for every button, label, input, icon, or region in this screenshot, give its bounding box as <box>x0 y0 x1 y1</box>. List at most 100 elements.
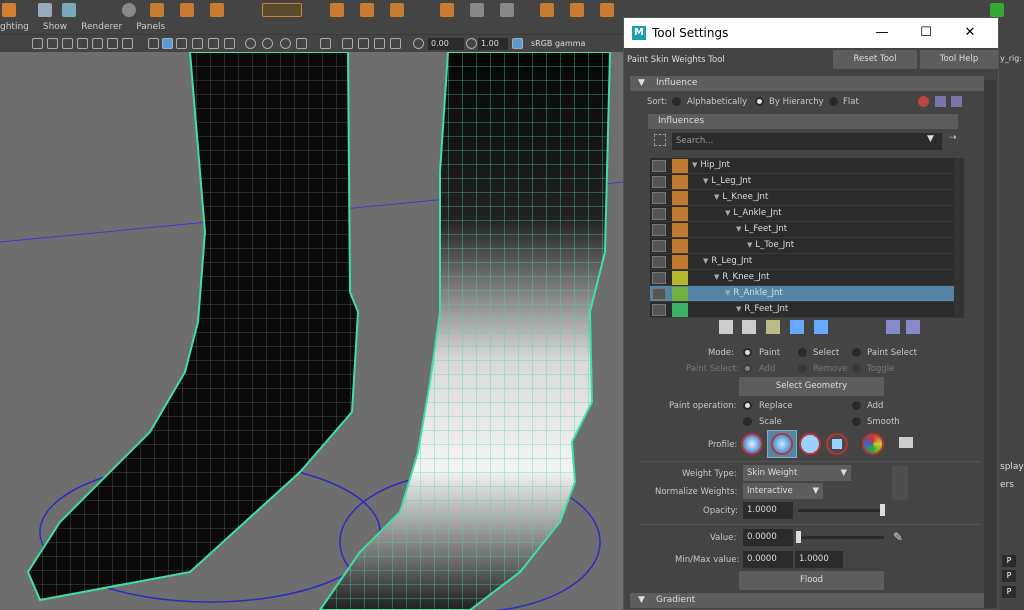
expand-all-icon[interactable] <box>886 320 900 334</box>
opacity-slider-track[interactable] <box>798 509 884 512</box>
expand-arrow-icon[interactable]: ▼ <box>703 257 708 265</box>
lock-icon[interactable] <box>652 192 666 204</box>
p-button[interactable]: P <box>1002 555 1016 567</box>
lock-icon[interactable] <box>652 176 666 188</box>
search-dropdown-icon[interactable]: ▼ <box>927 134 934 144</box>
tool-help-button[interactable]: Tool Help <box>920 50 998 69</box>
main-scrollbar[interactable] <box>984 80 996 608</box>
resolution-gate-icon[interactable] <box>62 38 73 49</box>
menu-renderer[interactable]: Renderer <box>81 20 122 34</box>
sort-alphabetically-radio[interactable] <box>672 97 681 106</box>
influence-color-swatch[interactable] <box>672 255 688 269</box>
influence-row[interactable]: ▼ R_Knee_Jnt <box>650 270 954 286</box>
lights-icon[interactable] <box>208 38 219 49</box>
tool-icon[interactable] <box>570 3 584 17</box>
influence-color-swatch[interactable] <box>672 175 688 189</box>
hold-weights-icon[interactable] <box>766 320 780 334</box>
render-icon[interactable] <box>210 3 224 17</box>
lock-icon[interactable] <box>652 272 666 284</box>
image-brush-icon[interactable] <box>862 433 884 455</box>
folder-icon[interactable] <box>899 437 913 448</box>
reset-tool-button[interactable]: Reset Tool <box>833 50 917 69</box>
select-geometry-button[interactable]: Select Geometry <box>739 377 884 396</box>
value-slider-handle[interactable] <box>796 531 801 543</box>
p-button[interactable]: P <box>1002 570 1016 582</box>
mirror-icon[interactable] <box>918 96 929 107</box>
eyedropper-icon[interactable]: ✎ <box>893 530 903 544</box>
gate-mask-icon[interactable] <box>77 38 88 49</box>
gamma-icon[interactable] <box>466 38 477 49</box>
motion-blur-icon[interactable] <box>262 38 273 49</box>
expand-arrow-icon[interactable]: ▼ <box>736 225 741 233</box>
influence-row[interactable]: ▼ L_Leg_Jnt <box>650 174 954 190</box>
influence-color-swatch[interactable] <box>672 207 688 221</box>
influence-list[interactable]: ▼ Hip_Jnt ▼ L_Leg_Jnt ▼ L_Knee_Jnt ▼ L_Ankle_Jn… <box>650 158 954 318</box>
anti-aliasing-icon[interactable] <box>280 38 291 49</box>
influence-row[interactable]: ▼ L_Ankle_Jnt <box>650 206 954 222</box>
influence-row[interactable]: ▼ L_Toe_Jnt <box>650 238 954 254</box>
influence-color-swatch[interactable] <box>672 271 688 285</box>
value-field[interactable]: 0.0000 <box>743 529 793 546</box>
xray-icon[interactable] <box>342 38 353 49</box>
isolate-select-icon[interactable] <box>320 38 331 49</box>
gradient-section-header[interactable]: ▼ Gradient <box>630 593 984 608</box>
flood-button[interactable]: Flood <box>739 571 884 590</box>
tool-icon[interactable] <box>470 3 484 17</box>
history-icon[interactable] <box>122 3 136 17</box>
tool-icon[interactable] <box>600 3 614 17</box>
influence-color-swatch[interactable] <box>672 159 688 173</box>
ipr-icon[interactable] <box>262 3 302 17</box>
gamma-field[interactable]: 1.00 <box>478 38 508 50</box>
sort-flat-radio[interactable] <box>829 97 838 106</box>
paint-select-add-radio[interactable] <box>743 364 752 373</box>
influence-search-input[interactable]: Search... <box>672 133 942 150</box>
workspace-icon[interactable] <box>990 3 1004 17</box>
influence-row[interactable]: ▼ Hip_Jnt <box>650 158 954 174</box>
wireframe-on-shaded-icon[interactable] <box>176 38 187 49</box>
lighting-icon[interactable] <box>330 3 344 17</box>
max-value-field[interactable]: 1.0000 <box>795 551 843 568</box>
paint-op-replace-radio[interactable] <box>743 401 752 410</box>
lighting-icon[interactable] <box>360 3 374 17</box>
weight-type-dropdown[interactable]: Skin Weight ▼ <box>743 465 851 481</box>
safe-action-icon[interactable] <box>107 38 118 49</box>
square-brush-icon[interactable] <box>832 439 842 449</box>
influence-color-swatch[interactable] <box>672 191 688 205</box>
render-icon[interactable] <box>150 3 164 17</box>
influence-row[interactable]: ▼ R_Feet_Jnt <box>650 302 954 318</box>
lock-icon[interactable] <box>652 160 666 172</box>
expand-arrow-icon[interactable]: ▼ <box>714 273 719 281</box>
sort-hierarchy-radio[interactable] <box>755 97 764 106</box>
min-value-field[interactable]: 0.0000 <box>743 551 793 568</box>
lighting-icon[interactable] <box>440 3 454 17</box>
expand-arrow-icon[interactable]: ▼ <box>692 161 697 169</box>
tool-icon[interactable] <box>540 3 554 17</box>
expand-arrow-icon[interactable]: ▼ <box>736 305 741 313</box>
render-icon[interactable] <box>180 3 194 17</box>
influence-row[interactable]: ▼ R_Ankle_Jnt <box>650 286 954 302</box>
minimize-button[interactable]: — <box>862 18 902 48</box>
add-influence-icon[interactable] <box>790 320 804 334</box>
expand-arrow-icon[interactable]: ▼ <box>747 241 752 249</box>
mode-paint-radio[interactable] <box>743 348 752 357</box>
menu-show[interactable]: Show <box>43 20 67 34</box>
film-gate-icon[interactable] <box>47 38 58 49</box>
soft-brush-icon[interactable] <box>771 433 793 455</box>
influence-scrollbar[interactable] <box>954 158 964 318</box>
viewport-3d[interactable] <box>0 52 624 610</box>
backface-icon[interactable] <box>390 38 401 49</box>
snap-icon[interactable] <box>62 3 76 17</box>
normalize-weights-dropdown[interactable]: Interactive ▼ <box>743 483 823 499</box>
field-chart-icon[interactable] <box>92 38 103 49</box>
lock-icon[interactable] <box>652 304 666 316</box>
safe-title-icon[interactable] <box>122 38 133 49</box>
paint-op-smooth-radio[interactable] <box>852 417 861 426</box>
expand-arrow-icon[interactable]: ▼ <box>703 177 708 185</box>
paint-select-toggle-radio[interactable] <box>852 364 861 373</box>
mode-select-radio[interactable] <box>798 348 807 357</box>
influence-row[interactable]: ▼ L_Knee_Jnt <box>650 190 954 206</box>
expand-arrow-icon[interactable]: ▼ <box>725 289 730 297</box>
lock-icon[interactable] <box>652 240 666 252</box>
lock-icon[interactable] <box>652 224 666 236</box>
shelf-icon[interactable] <box>2 3 16 17</box>
